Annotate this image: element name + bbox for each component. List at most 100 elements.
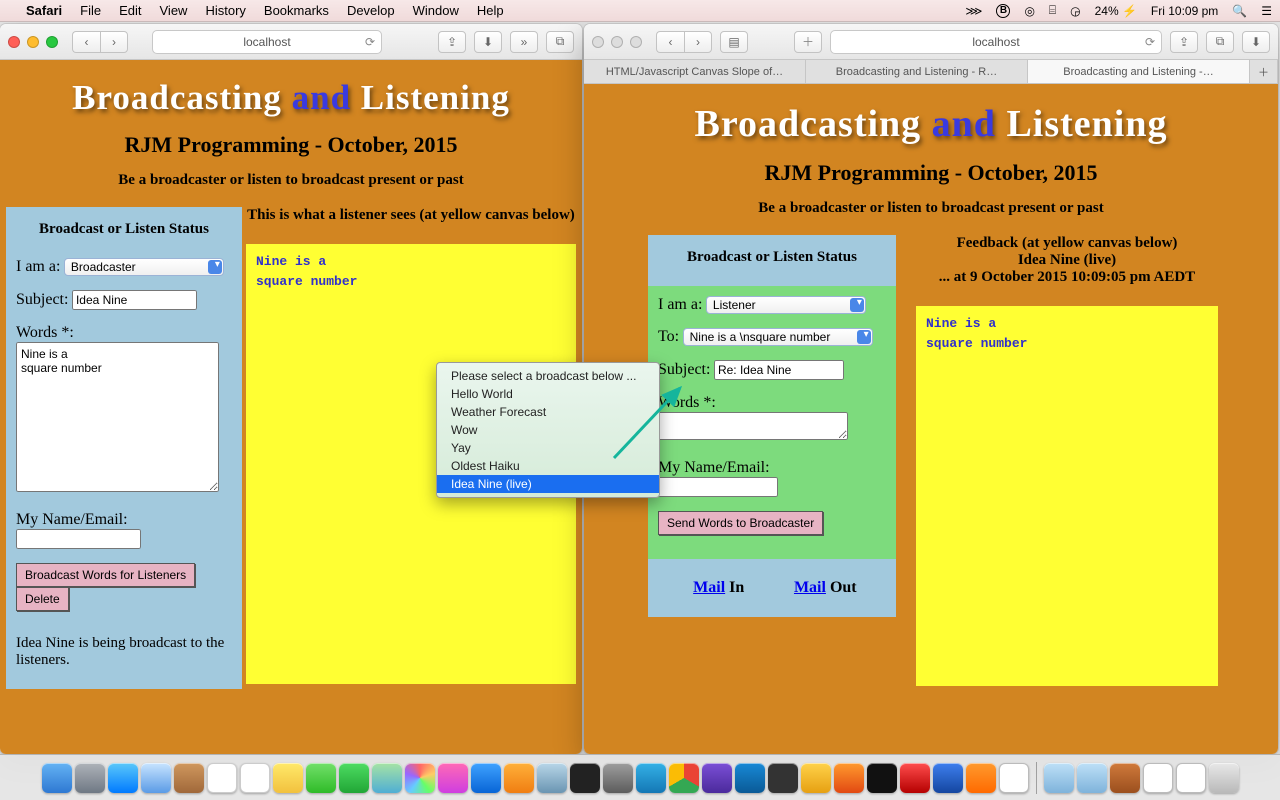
menubar-view[interactable]: View <box>160 3 188 18</box>
mail-out-link[interactable]: Mail <box>794 579 826 596</box>
address-bar-right[interactable]: localhost ⟳ <box>830 30 1162 54</box>
dock-firefox-icon[interactable] <box>834 763 864 793</box>
dock-app-icon[interactable] <box>636 763 666 793</box>
tab-1[interactable]: Broadcasting and Listening - R… <box>806 60 1028 83</box>
dropdown-option[interactable]: Yay <box>437 439 659 457</box>
subject-input[interactable] <box>72 290 197 310</box>
menubar-edit[interactable]: Edit <box>119 3 141 18</box>
forward-button[interactable]: › <box>100 31 128 53</box>
tab-0[interactable]: HTML/Javascript Canvas Slope of… <box>584 60 806 83</box>
dock-app-icon[interactable] <box>735 763 765 793</box>
dock-maps-icon[interactable] <box>372 763 402 793</box>
dropdown-option-selected[interactable]: Idea Nine (live) <box>437 475 659 493</box>
dock-facetime-icon[interactable] <box>339 763 369 793</box>
status-battery[interactable]: 24% ⚡ <box>1095 4 1137 18</box>
menubar-window[interactable]: Window <box>413 3 459 18</box>
dock-trash-icon[interactable] <box>1209 763 1239 793</box>
status-notifications-icon[interactable]: ☰ <box>1261 4 1272 18</box>
dock-app-icon[interactable] <box>702 763 732 793</box>
reload-icon[interactable]: ⟳ <box>365 35 375 49</box>
tab-new[interactable]: ＋ <box>1250 60 1278 83</box>
dock-mail-icon[interactable] <box>141 763 171 793</box>
window-controls-right[interactable] <box>592 36 642 48</box>
minimize-window-button[interactable] <box>27 36 39 48</box>
name-input[interactable] <box>658 477 778 497</box>
dock-chrome-icon[interactable] <box>669 763 699 793</box>
dock-finder-icon[interactable] <box>42 763 72 793</box>
subject-input[interactable] <box>714 360 844 380</box>
status-clock[interactable]: Fri 10:09 pm <box>1151 4 1218 18</box>
forward-button[interactable]: › <box>684 31 712 53</box>
dock-messages-icon[interactable] <box>306 763 336 793</box>
close-window-button[interactable] <box>592 36 604 48</box>
downloads-button[interactable]: ⬇ <box>474 31 502 53</box>
dock-app-icon[interactable] <box>867 763 897 793</box>
dock-reminders-icon[interactable] <box>240 763 270 793</box>
newtab-button[interactable]: ＋ <box>794 31 822 53</box>
dock-notes-icon[interactable] <box>273 763 303 793</box>
fullscreen-window-button[interactable] <box>630 36 642 48</box>
dock-app-icon[interactable] <box>801 763 831 793</box>
fullscreen-window-button[interactable] <box>46 36 58 48</box>
words-textarea[interactable]: Nine is a square number <box>16 342 219 492</box>
dock-app-icon[interactable] <box>1110 763 1140 793</box>
tabs-button[interactable]: ⧉ <box>1206 31 1234 53</box>
dock-app-icon[interactable] <box>768 763 798 793</box>
downloads-button[interactable]: ⬇ <box>1242 31 1270 53</box>
dropdown-option[interactable]: Weather Forecast <box>437 403 659 421</box>
iam-select[interactable]: Listener <box>706 296 866 314</box>
dropdown-option[interactable]: Hello World <box>437 385 659 403</box>
mac-dock[interactable] <box>0 754 1280 800</box>
tabs-button[interactable]: ⧉ <box>546 31 574 53</box>
menubar-develop[interactable]: Develop <box>347 3 395 18</box>
dock-terminal-icon[interactable] <box>570 763 600 793</box>
dock-contacts-icon[interactable] <box>174 763 204 793</box>
broadcast-select-popup[interactable]: Please select a broadcast below ... Hell… <box>436 362 660 498</box>
menubar-help[interactable]: Help <box>477 3 504 18</box>
delete-button[interactable]: Delete <box>16 587 69 611</box>
back-button[interactable]: ‹ <box>656 31 684 53</box>
minimize-window-button[interactable] <box>611 36 623 48</box>
menubar-file[interactable]: File <box>80 3 101 18</box>
dropdown-option[interactable]: Oldest Haiku <box>437 457 659 475</box>
sidebar-button[interactable]: ▤ <box>720 31 748 53</box>
status-spotlight-icon[interactable]: 🔍 <box>1232 4 1247 18</box>
back-button[interactable]: ‹ <box>72 31 100 53</box>
words-textarea[interactable] <box>658 412 848 440</box>
share-button[interactable]: ⇪ <box>438 31 466 53</box>
dock-app-icon[interactable] <box>933 763 963 793</box>
address-bar-left[interactable]: localhost ⟳ <box>152 30 382 54</box>
dock-appstore-icon[interactable] <box>471 763 501 793</box>
dock-itunes-icon[interactable] <box>438 763 468 793</box>
name-input[interactable] <box>16 529 141 549</box>
to-select[interactable]: Nine is a \nsquare number <box>683 328 873 346</box>
dock-ibooks-icon[interactable] <box>504 763 534 793</box>
menubar-history[interactable]: History <box>205 3 245 18</box>
share-button[interactable]: ⇪ <box>1170 31 1198 53</box>
dock-launchpad-icon[interactable] <box>75 763 105 793</box>
menubar-app[interactable]: Safari <box>26 3 62 18</box>
status-b-icon[interactable]: B <box>996 4 1010 18</box>
dock-calendar-icon[interactable] <box>207 763 237 793</box>
dock-filezilla-icon[interactable] <box>900 763 930 793</box>
dock-preview-icon[interactable] <box>537 763 567 793</box>
broadcast-button[interactable]: Broadcast Words for Listeners <box>16 563 195 587</box>
send-button[interactable]: Send Words to Broadcaster <box>658 511 823 535</box>
dock-downloads-icon[interactable] <box>1077 763 1107 793</box>
status-bartender-icon[interactable]: ⋙ <box>965 4 982 18</box>
close-window-button[interactable] <box>8 36 20 48</box>
status-wifi-icon[interactable]: ◶ <box>1070 4 1080 18</box>
tab-2[interactable]: Broadcasting and Listening -… <box>1028 60 1250 83</box>
dock-folder-icon[interactable] <box>1044 763 1074 793</box>
dock-systemprefs-icon[interactable] <box>603 763 633 793</box>
iam-select[interactable]: Broadcaster <box>64 258 224 276</box>
status-circle-icon[interactable]: ◎ <box>1024 4 1034 18</box>
dock-app-icon[interactable] <box>999 763 1029 793</box>
reload-icon[interactable]: ⟳ <box>1145 35 1155 49</box>
dock-photos-icon[interactable] <box>405 763 435 793</box>
menubar-bookmarks[interactable]: Bookmarks <box>264 3 329 18</box>
dropdown-option[interactable]: Wow <box>437 421 659 439</box>
status-airplay-icon[interactable]: ⌸ <box>1049 3 1056 18</box>
dock-vlc-icon[interactable] <box>966 763 996 793</box>
dock-safari-icon[interactable] <box>108 763 138 793</box>
